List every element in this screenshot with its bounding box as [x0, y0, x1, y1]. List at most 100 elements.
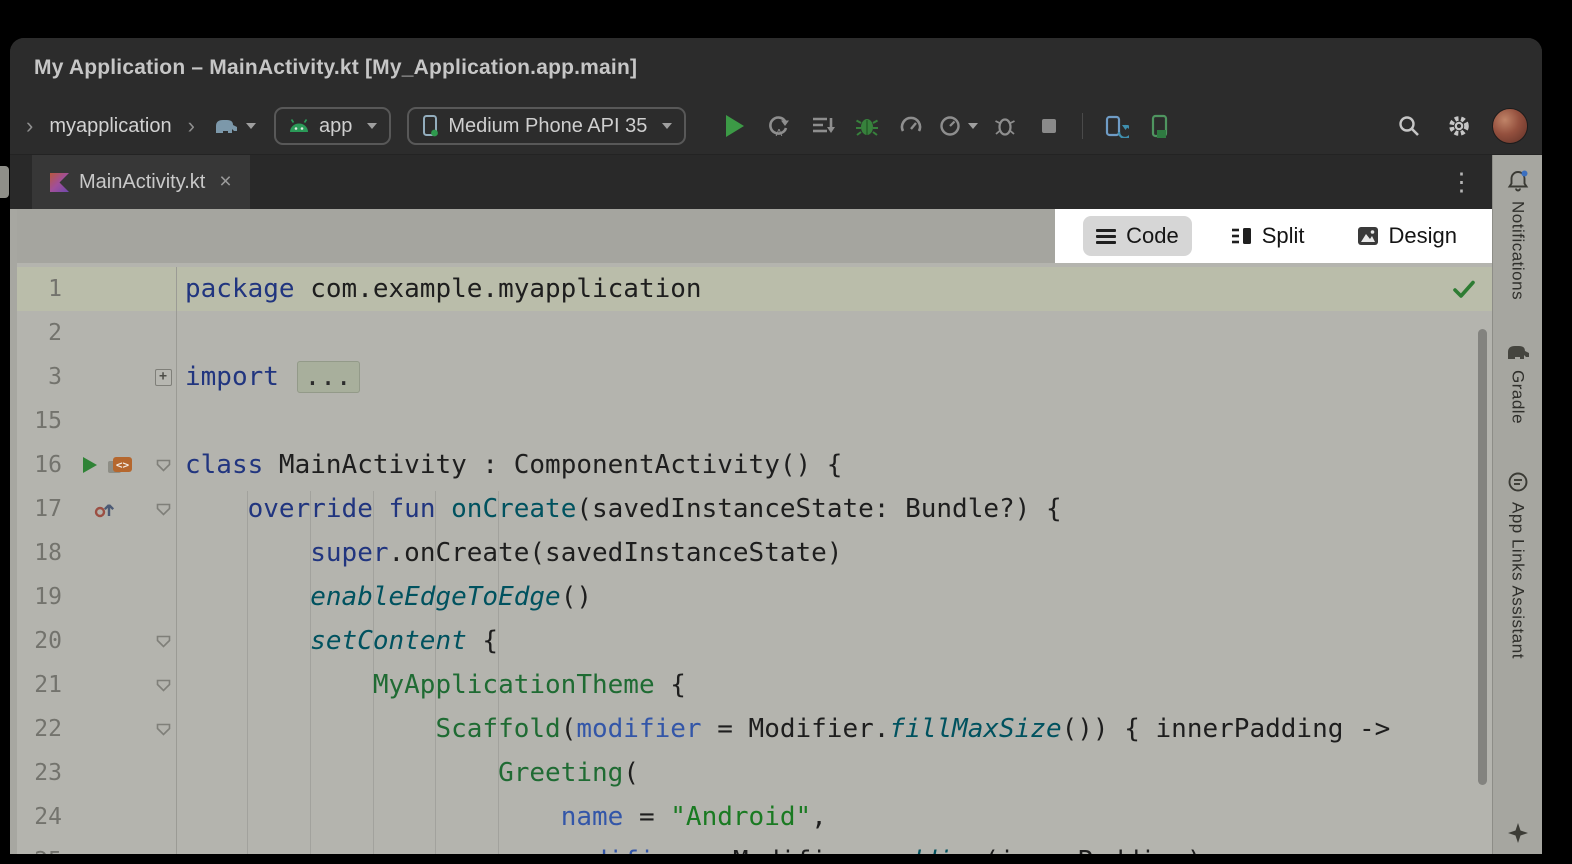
- gutter: 20: [17, 619, 177, 663]
- editor-line: 19 enableEdgeToEdge(): [17, 575, 1492, 619]
- fold-collapse-icon[interactable]: [156, 459, 171, 472]
- line-number: 3: [17, 364, 62, 390]
- line-number: 21: [17, 672, 62, 698]
- code-text[interactable]: override fun onCreate(savedInstanceState…: [177, 494, 1062, 524]
- apply-code-changes-button[interactable]: [806, 108, 840, 144]
- fold-collapse-icon[interactable]: [156, 635, 171, 648]
- code-text[interactable]: Scaffold(modifier = Modifier.fillMaxSize…: [177, 714, 1390, 744]
- project-breadcrumb[interactable]: myapplication: [45, 113, 175, 140]
- more-options-icon[interactable]: ⋮: [1449, 167, 1474, 197]
- attach-debugger-button[interactable]: [988, 108, 1022, 144]
- code-text[interactable]: setContent {: [177, 626, 498, 656]
- gutter: 22: [17, 707, 177, 751]
- mode-code-button[interactable]: Code: [1083, 216, 1192, 256]
- android-studio-window: My Application – MainActivity.kt [My_App…: [10, 38, 1542, 854]
- editor-line: 25 modifier = Modifier.padding(innerPadd…: [17, 839, 1492, 854]
- override-gutter-icon[interactable]: [94, 499, 118, 519]
- profile-gauge-icon: [899, 115, 923, 137]
- code-text[interactable]: MyApplicationTheme {: [177, 670, 686, 700]
- line-number: 15: [17, 408, 62, 434]
- gutter: 24: [17, 795, 177, 839]
- code-text[interactable]: package com.example.myapplication: [177, 274, 702, 304]
- user-avatar[interactable]: [1492, 108, 1528, 144]
- tab-mainactivity[interactable]: MainActivity.kt ×: [32, 155, 250, 209]
- right-tool-stripe: Notifications Gradle App Links: [1492, 155, 1542, 854]
- line-number: 25: [17, 848, 62, 854]
- gradle-sync-button[interactable]: [213, 108, 256, 144]
- gutter: 15: [17, 399, 177, 443]
- code-view-icon: [1096, 229, 1116, 232]
- fold-expand-icon[interactable]: +: [155, 369, 172, 386]
- device-label: Medium Phone API 35: [448, 115, 647, 138]
- mode-code-label: Code: [1126, 223, 1179, 249]
- chevron-down-icon: [246, 123, 256, 129]
- line-number: 2: [17, 320, 62, 346]
- bell-icon: [1506, 169, 1530, 193]
- device-select[interactable]: Medium Phone API 35: [407, 107, 686, 145]
- mode-design-button[interactable]: Design: [1344, 216, 1470, 256]
- code-text[interactable]: super.onCreate(savedInstanceState): [177, 538, 842, 568]
- editor-scrollbar-thumb[interactable]: [1478, 329, 1487, 785]
- main-column: MainActivity.kt × ⋮: [10, 155, 1492, 854]
- code-text[interactable]: modifier = Modifier.padding(innerPadding…: [177, 846, 1203, 854]
- editor-line: 21 MyApplicationTheme {: [17, 663, 1492, 707]
- gutter: 3+: [17, 355, 177, 399]
- gradle-sync-icon: [213, 116, 240, 136]
- gutter: 25: [17, 839, 177, 854]
- code-editor[interactable]: 1package com.example.myapplication23+imp…: [17, 263, 1492, 854]
- stripe-label: Gradle: [1508, 370, 1528, 424]
- search-everywhere-button[interactable]: [1392, 108, 1426, 144]
- stripe-app-links-assistant[interactable]: App Links Assistant: [1506, 470, 1530, 659]
- editor-line: 24 name = "Android",: [17, 795, 1492, 839]
- stop-button[interactable]: [1032, 108, 1066, 144]
- apply-changes-button[interactable]: A: [762, 108, 796, 144]
- apply-changes-icon: A: [766, 114, 792, 138]
- mode-split-button[interactable]: Split: [1218, 216, 1318, 256]
- code-text[interactable]: name = "Android",: [177, 802, 827, 832]
- settings-button[interactable]: [1442, 108, 1476, 144]
- profile-button[interactable]: [894, 108, 928, 144]
- debug-button[interactable]: [850, 108, 884, 144]
- search-icon: [1397, 114, 1421, 138]
- stop-icon: [1040, 117, 1058, 135]
- line-number: 18: [17, 540, 62, 566]
- line-number: 17: [17, 496, 62, 522]
- line-number: 24: [17, 804, 62, 830]
- code-text[interactable]: Greeting(: [177, 758, 639, 788]
- device-manager-icon: [1103, 114, 1129, 138]
- run-button[interactable]: [718, 108, 752, 144]
- editor-mode-switcher: Code Split: [1055, 209, 1492, 263]
- code-text[interactable]: class MainActivity : ComponentActivity()…: [177, 450, 842, 480]
- fold-collapse-icon[interactable]: [156, 679, 171, 692]
- code-text[interactable]: enableEdgeToEdge(): [177, 582, 592, 612]
- chevron-down-icon: [367, 123, 377, 129]
- editor-lines: 1package com.example.myapplication23+imp…: [17, 267, 1492, 854]
- sparkle-icon: [1508, 823, 1528, 843]
- app-links-icon: [1506, 470, 1530, 494]
- profiler-dropdown-button[interactable]: [938, 108, 978, 144]
- run-configuration-label: app: [319, 115, 352, 138]
- gradle-icon: [1505, 342, 1531, 362]
- compose-preview-gutter-icon[interactable]: <>: [107, 455, 133, 475]
- fold-collapse-icon[interactable]: [156, 723, 171, 736]
- line-number: 16: [17, 452, 62, 478]
- device-manager-button[interactable]: [1099, 108, 1133, 144]
- gutter: 16 <>: [17, 443, 177, 487]
- gutter: 17: [17, 487, 177, 531]
- run-configuration-select[interactable]: app: [274, 107, 391, 145]
- chevron-right-icon: ›: [186, 115, 197, 137]
- android-icon: [288, 118, 310, 134]
- running-devices-button[interactable]: [1143, 108, 1177, 144]
- stripe-notifications[interactable]: Notifications: [1506, 169, 1530, 300]
- fold-collapse-icon[interactable]: [156, 503, 171, 516]
- stripe-ai-assistant[interactable]: [1508, 823, 1528, 848]
- tab-label: MainActivity.kt: [79, 171, 205, 194]
- editor-line: 16 <> class MainActivity : ComponentActivi…: [17, 443, 1492, 487]
- run-class-gutter-icon[interactable]: [79, 455, 99, 475]
- chevron-down-icon: [968, 123, 978, 129]
- stripe-gradle[interactable]: Gradle: [1505, 342, 1531, 424]
- line-number: 20: [17, 628, 62, 654]
- tab-close-icon[interactable]: ×: [219, 170, 231, 194]
- inspection-ok-icon: [1452, 279, 1476, 299]
- code-text[interactable]: import ...: [177, 362, 362, 392]
